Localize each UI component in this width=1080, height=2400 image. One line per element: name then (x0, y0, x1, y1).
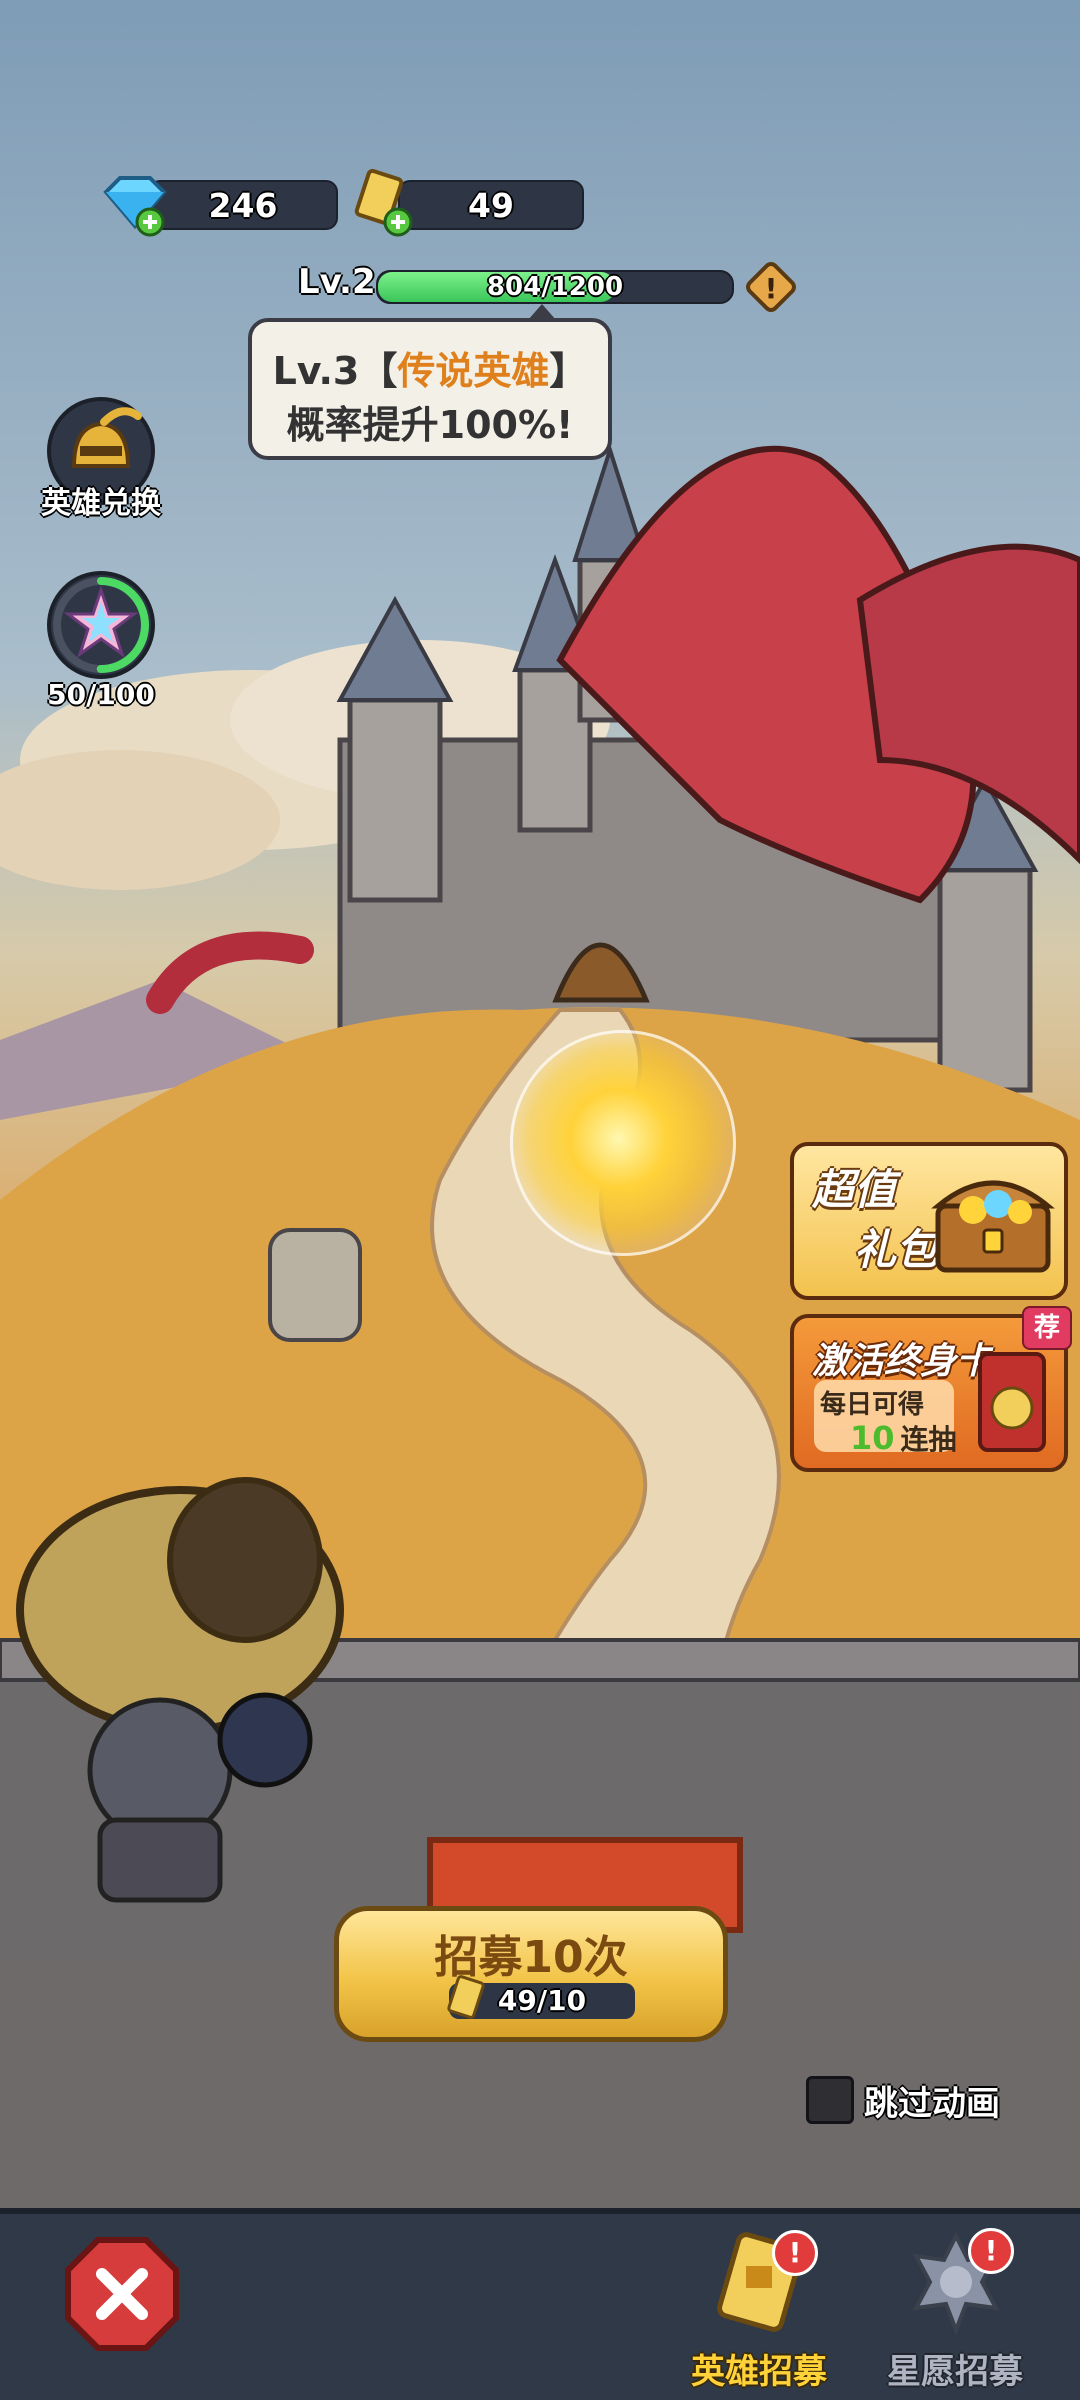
ticket-add-icon[interactable] (350, 166, 416, 238)
lifetime-card-count: 10 (850, 1419, 895, 1457)
gem-add-icon[interactable] (98, 172, 170, 238)
star-wish-recruit-label: 星愿招募 (887, 2352, 1023, 2392)
ticket-count: 49 (468, 185, 514, 225)
value-pack-line2: 礼包 (854, 1225, 939, 1274)
skip-animation-checkbox[interactable] (806, 2076, 854, 2124)
hero-recruit-label: 英雄招募 (691, 2352, 827, 2392)
value-pack-button[interactable]: 超值 礼包 (790, 1142, 1068, 1300)
recruit-screen: 246 49 Lv.2 804/1200 ! Lv.3【传说英雄】 概率提升10… (0, 0, 1080, 2400)
gem-counter: 246 (148, 180, 338, 230)
recommend-badge: 荐 (1022, 1306, 1072, 1350)
skip-animation-label: 跳过动画 (864, 2084, 1000, 2124)
tip-suffix: 】 (549, 349, 588, 393)
level-info-icon[interactable]: ! (742, 258, 800, 316)
tip-prefix: Lv.3【 (272, 349, 398, 393)
lifetime-card-button[interactable]: 激活终身卡 每日可得 10 连抽 荐 (790, 1306, 1072, 1472)
gem-count: 246 (208, 185, 278, 225)
level-label: Lv.2 (298, 262, 376, 302)
skip-animation-toggle[interactable]: 跳过动画 (806, 2074, 1076, 2124)
tip-highlight: 传说英雄 (397, 349, 550, 393)
hero-exchange-label: 英雄兑换 (41, 486, 161, 521)
nav-hero-recruit[interactable]: ! 英雄招募 (674, 2226, 844, 2396)
lifetime-card-line1: 每日可得 (820, 1390, 925, 1420)
tip-line2: 概率提升100%! (286, 403, 574, 447)
level-progress-bar: 804/1200 (376, 270, 734, 304)
treasure-chest-icon (931, 1180, 1055, 1273)
value-pack-line1: 超值 (812, 1165, 897, 1214)
level-progress-text: 804/1200 (486, 272, 624, 302)
bottom-nav: ! 英雄招募 ! 星愿招募 (0, 2208, 1080, 2400)
nav-star-wish-recruit[interactable]: ! 星愿招募 (870, 2226, 1040, 2396)
lifetime-card-title: 激活终身卡 (812, 1341, 993, 1382)
hero-exchange-button[interactable]: 英雄兑换 (36, 396, 166, 521)
star-counter-text: 50/100 (47, 678, 155, 711)
lifetime-card-line2: 连抽 (900, 1423, 957, 1456)
star-crystal-icon (47, 571, 155, 679)
recruit-ticket-icon (447, 1975, 485, 2019)
ticket-card-icon (978, 1352, 1046, 1452)
recruit-10-button[interactable]: 招募10次 49/10 (334, 1906, 728, 2042)
summon-orb[interactable] (510, 1030, 736, 1256)
ticket-counter: 49 (398, 180, 584, 230)
star-progress-button[interactable]: 50/100 (36, 566, 166, 716)
tip-pointer (528, 304, 556, 320)
recruit-10-label: 招募10次 (434, 1932, 628, 1983)
svg-text:!: ! (765, 272, 778, 305)
legend-rate-tip: Lv.3【传说英雄】 概率提升100%! (248, 318, 612, 460)
star-wish-alert-badge: ! (968, 2228, 1014, 2274)
hero-recruit-alert-badge: ! (772, 2230, 818, 2276)
close-button[interactable] (64, 2236, 180, 2352)
